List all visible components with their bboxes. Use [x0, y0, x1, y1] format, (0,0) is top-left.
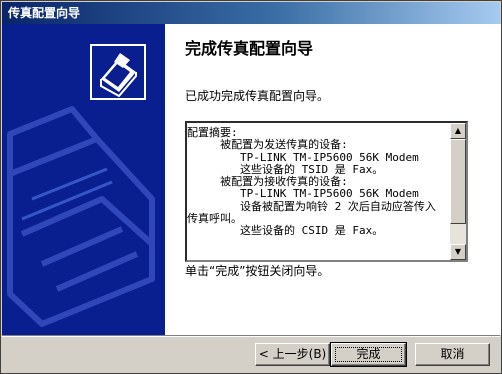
page-title: 完成传真配置向导 [185, 39, 314, 58]
wizard-content: 完成传真配置向导 已成功完成传真配置向导。 配置摘要: 被配置为发送传真的设备:… [165, 24, 501, 335]
wizard-banner [2, 24, 165, 335]
fax-icon [90, 44, 146, 100]
back-button[interactable]: < 上一步(B) [255, 343, 330, 366]
banner-artwork [2, 24, 165, 335]
scroll-down-arrow-icon[interactable]: ▼ [450, 244, 466, 260]
window-title: 传真配置向导 [8, 6, 81, 20]
cancel-button[interactable]: 取消 [415, 343, 490, 366]
button-separator [2, 335, 500, 337]
success-message: 已成功完成传真配置向导。 [185, 89, 330, 103]
focus-rectangle [335, 347, 402, 362]
summary-text[interactable]: 配置摘要: 被配置为发送传真的设备: TP-LINK TM-IP5600 56K… [187, 123, 449, 260]
summary-line: 这些设备的 CSID 是 Fax。 [187, 224, 384, 238]
vertical-scrollbar[interactable]: ▲ ▼ [450, 123, 466, 260]
title-bar[interactable]: 传真配置向导 [2, 2, 500, 24]
summary-line: TP-LINK TM-IP5600 56K Modem [187, 187, 419, 201]
finish-hint: 单击“完成”按钮关闭向导。 [185, 264, 330, 278]
summary-line: 被配置为发送传真的设备: [187, 138, 348, 152]
scroll-thumb[interactable] [450, 139, 466, 224]
configuration-summary-box[interactable]: 配置摘要: 被配置为发送传真的设备: TP-LINK TM-IP5600 56K… [185, 121, 468, 262]
finish-button[interactable]: 完成 [330, 342, 407, 367]
scroll-up-arrow-icon[interactable]: ▲ [450, 123, 466, 139]
wizard-window: 传真配置向导 完成传真配置向导 已成功完成传真配置向导。 配置摘要: 被配置为发… [0, 0, 502, 374]
